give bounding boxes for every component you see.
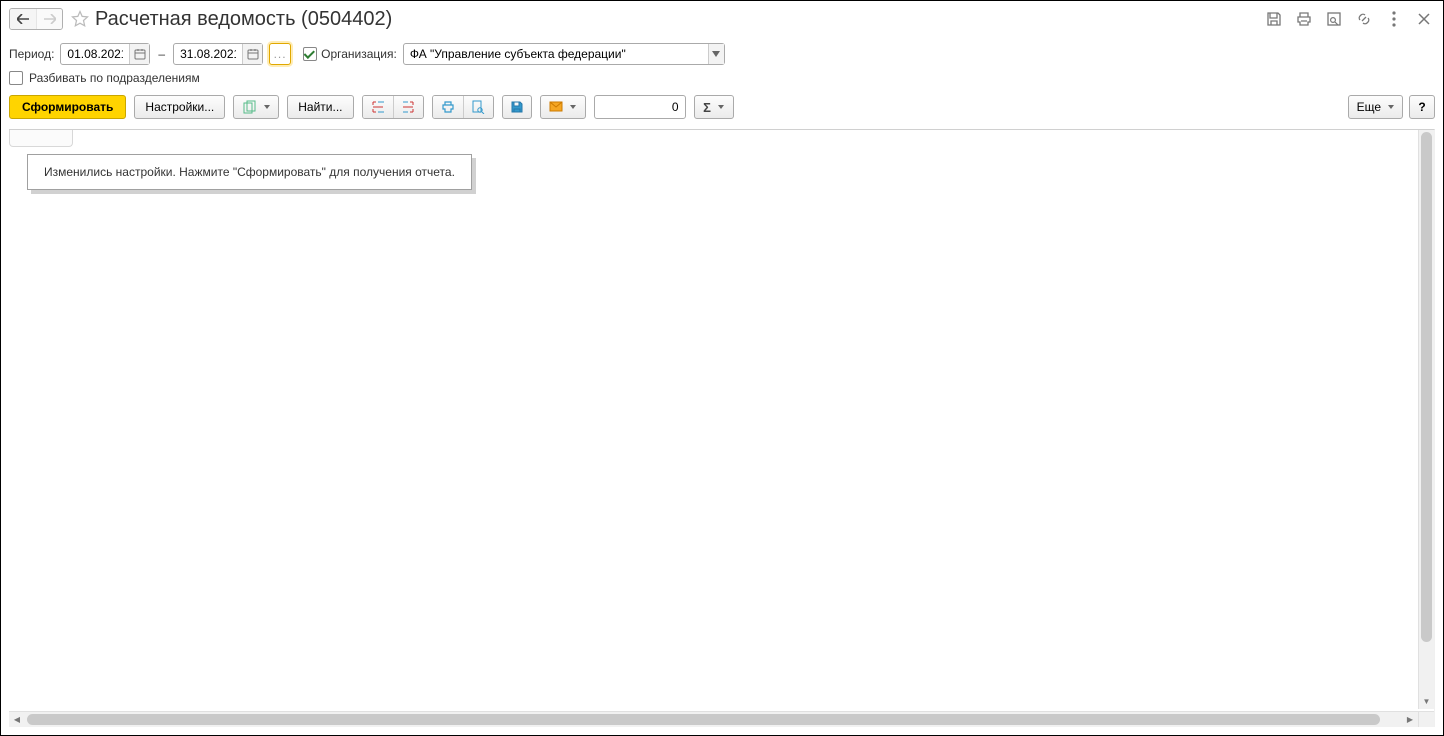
variants-button[interactable] (233, 95, 279, 119)
settings-button[interactable]: Настройки... (134, 95, 225, 119)
page-title: Расчетная ведомость (0504402) (95, 8, 392, 30)
collapse-icon (401, 100, 415, 114)
period-label: Период: (9, 47, 54, 61)
regenerate-hint: Изменились настройки. Нажмите "Сформиров… (27, 154, 472, 190)
date-to-input[interactable] (174, 44, 242, 64)
org-input[interactable] (404, 44, 708, 64)
period-picker-button[interactable]: ... (269, 43, 291, 65)
expand-groups-button[interactable] (363, 96, 393, 118)
hint-text: Изменились настройки. Нажмите "Сформиров… (44, 165, 455, 179)
date-separator: – (158, 47, 165, 61)
diskette-icon (510, 100, 524, 114)
split-checkbox[interactable] (9, 71, 23, 85)
chevron-down-icon (1388, 105, 1394, 109)
hscroll-left-arrow[interactable]: ◀ (9, 712, 25, 727)
date-from-calendar-icon[interactable] (129, 44, 149, 64)
chevron-down-icon (718, 105, 724, 109)
print-icon (441, 100, 455, 114)
hscroll-thumb[interactable] (27, 714, 1380, 725)
header-actions (1263, 8, 1435, 30)
hscroll-right-arrow[interactable]: ▶ (1402, 712, 1418, 727)
date-from-box (60, 43, 150, 65)
vertical-scrollbar[interactable]: ▼ (1418, 130, 1434, 709)
help-button[interactable]: ? (1409, 95, 1435, 119)
chevron-down-icon (570, 105, 576, 109)
toolbar-print-button[interactable] (433, 96, 463, 118)
nav-back-button[interactable] (10, 9, 36, 29)
horizontal-scrollbar[interactable]: ◀ ▶ (9, 711, 1418, 727)
preview-icon[interactable] (1323, 8, 1345, 30)
sigma-button[interactable]: Σ (694, 95, 734, 119)
arrow-right-icon (44, 14, 56, 24)
vscroll-down-arrow[interactable]: ▼ (1419, 693, 1434, 709)
date-from-input[interactable] (61, 44, 129, 64)
app-window: Расчетная ведомость (0504402) Период: (0, 0, 1444, 736)
org-dropdown-button[interactable] (708, 44, 724, 64)
date-to-calendar-icon[interactable] (242, 44, 262, 64)
generate-button[interactable]: Сформировать (9, 95, 126, 119)
toolbar-save-button[interactable] (502, 95, 532, 119)
mail-icon (549, 101, 563, 113)
toolbar: Сформировать Настройки... Найти... (1, 91, 1443, 129)
expand-collapse-group (362, 95, 424, 119)
more-button[interactable]: Еще (1348, 95, 1403, 119)
collapse-groups-button[interactable] (393, 96, 423, 118)
more-label: Еще (1357, 100, 1381, 114)
sheet-tab-stub[interactable] (9, 129, 73, 147)
link-icon[interactable] (1353, 8, 1375, 30)
print-icon[interactable] (1293, 8, 1315, 30)
sum-input[interactable] (595, 96, 685, 118)
vscroll-thumb[interactable] (1421, 132, 1432, 642)
copy-icon (243, 100, 257, 114)
org-label: Организация: (321, 47, 397, 61)
split-label: Разбивать по подразделениям (29, 71, 200, 85)
sum-field (594, 95, 686, 119)
scroll-corner (1418, 711, 1434, 727)
favorite-star-icon[interactable] (69, 8, 91, 30)
chevron-down-icon (712, 51, 720, 57)
chevron-down-icon (264, 105, 270, 109)
nav-group (9, 8, 63, 30)
filter-row: Период: – ... Организация: (1, 33, 1443, 71)
header: Расчетная ведомость (0504402) (1, 1, 1443, 33)
save-icon[interactable] (1263, 8, 1285, 30)
toolbar-preview-button[interactable] (463, 96, 493, 118)
print-group (432, 95, 494, 119)
expand-icon (371, 100, 385, 114)
find-button[interactable]: Найти... (287, 95, 353, 119)
org-checkbox[interactable] (303, 47, 317, 61)
arrow-left-icon (17, 14, 29, 24)
toolbar-send-button[interactable] (540, 95, 586, 119)
toolbar-right: Еще ? (1348, 95, 1435, 119)
date-to-box (173, 43, 263, 65)
page-search-icon (471, 100, 485, 114)
sigma-icon: Σ (703, 100, 711, 115)
close-icon[interactable] (1413, 8, 1435, 30)
nav-forward-button[interactable] (36, 9, 62, 29)
split-row: Разбивать по подразделениям (1, 71, 1443, 91)
org-checkbox-wrap: Организация: (303, 47, 397, 61)
report-canvas: Изменились настройки. Нажмите "Сформиров… (9, 129, 1435, 727)
kebab-menu-icon[interactable] (1383, 8, 1405, 30)
org-select (403, 43, 725, 65)
